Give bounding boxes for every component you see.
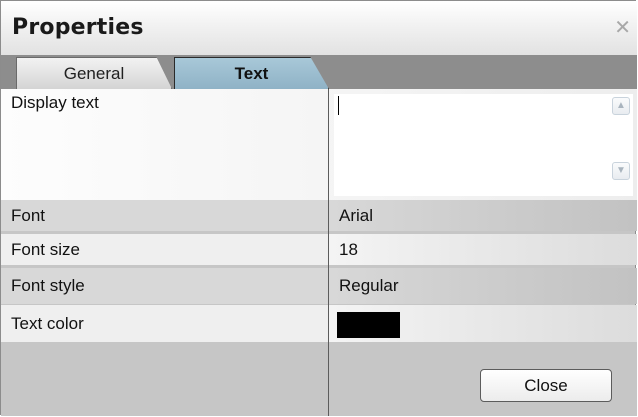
text-caret bbox=[338, 96, 339, 115]
property-row-font-style[interactable]: Font style Regular bbox=[1, 268, 637, 304]
property-row-font-size[interactable]: Font size 18 bbox=[1, 234, 637, 265]
tab-strip: General Text bbox=[1, 55, 637, 89]
property-row-text-color[interactable]: Text color bbox=[1, 305, 637, 342]
window-title: Properties bbox=[12, 15, 144, 40]
font-value[interactable]: Arial bbox=[329, 200, 637, 231]
properties-window: Properties ✕ General Text Display text ▲… bbox=[0, 0, 637, 416]
font-label: Font bbox=[11, 206, 46, 225]
text-color-label: Text color bbox=[11, 314, 84, 333]
title-bar[interactable]: Properties ✕ bbox=[1, 1, 637, 55]
close-icon[interactable]: ✕ bbox=[614, 15, 631, 39]
font-size-label: Font size bbox=[11, 240, 80, 259]
column-divider[interactable] bbox=[328, 89, 329, 416]
display-text-input[interactable]: ▲ ▼ bbox=[334, 94, 633, 196]
display-text-label: Display text bbox=[11, 93, 99, 112]
scroll-down-icon[interactable]: ▼ bbox=[612, 162, 630, 180]
font-size-value[interactable]: 18 bbox=[329, 234, 637, 265]
tab-text[interactable]: Text bbox=[174, 57, 329, 89]
close-button[interactable]: Close bbox=[480, 369, 612, 402]
property-row-font[interactable]: Font Arial bbox=[1, 200, 637, 231]
text-color-swatch[interactable] bbox=[337, 312, 400, 338]
tab-general[interactable]: General bbox=[16, 57, 172, 89]
font-style-value[interactable]: Regular bbox=[329, 268, 637, 304]
scroll-up-icon[interactable]: ▲ bbox=[612, 97, 630, 115]
font-style-label: Font style bbox=[11, 276, 85, 295]
